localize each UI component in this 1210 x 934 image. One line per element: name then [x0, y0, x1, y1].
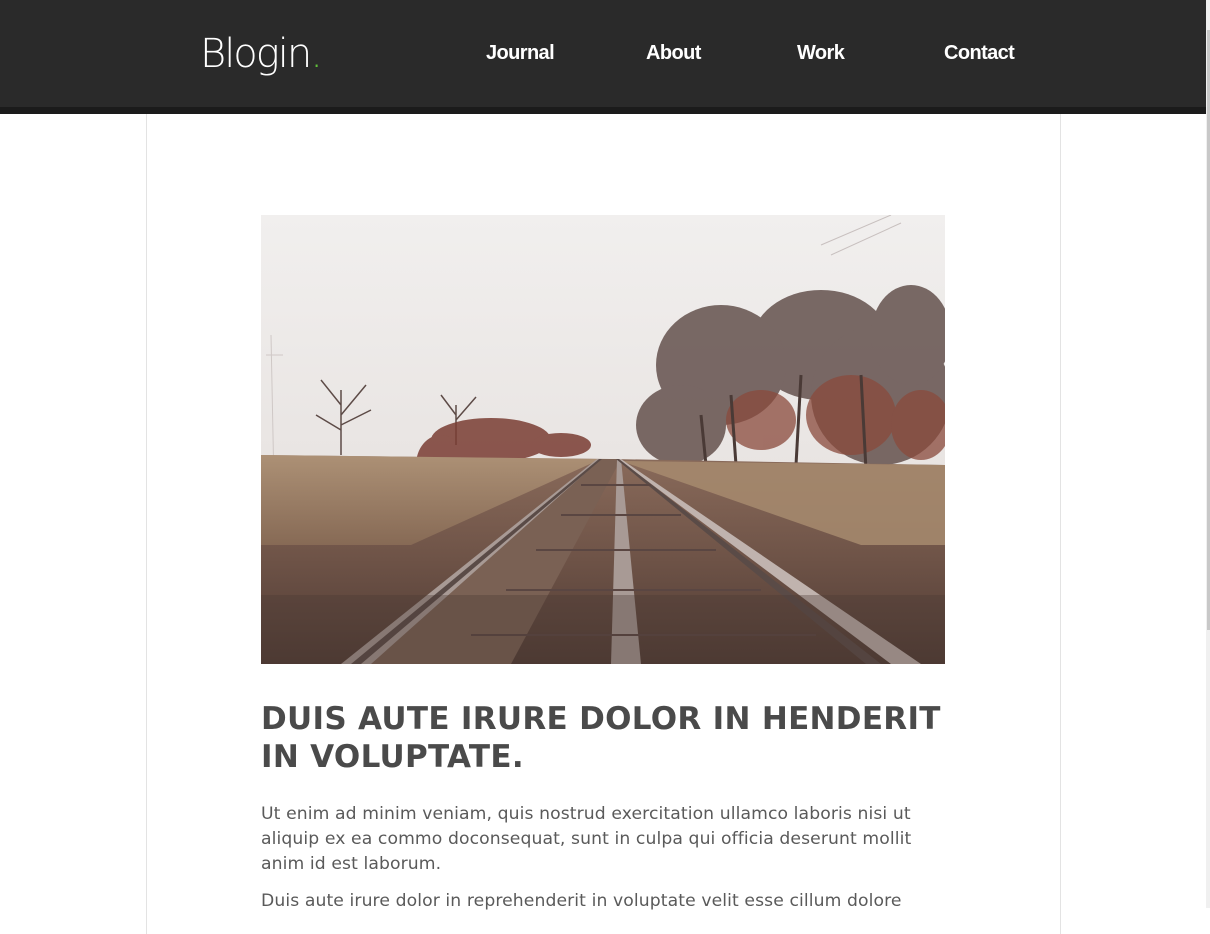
article-paragraph: Ut enim ad minim veniam, quis nostrud ex… — [261, 804, 912, 874]
nav-link-about[interactable]: About — [646, 40, 701, 66]
article-title: DUIS AUTE IRURE DOLOR IN HENDERIT IN VOL… — [261, 701, 941, 775]
page-scrollbar[interactable] — [1206, 0, 1210, 908]
nav-link-journal[interactable]: Journal — [486, 40, 555, 66]
main-nav: Journal About Work Contact — [0, 40, 1206, 66]
nav-link-contact[interactable]: Contact — [944, 40, 1015, 66]
article-hero-image — [261, 215, 945, 664]
nav-link-work[interactable]: Work — [797, 40, 845, 66]
site-header: Blogin. Journal About Work Contact — [0, 0, 1206, 114]
article-paragraph: Duis aute irure dolor in reprehenderit i… — [261, 891, 902, 911]
